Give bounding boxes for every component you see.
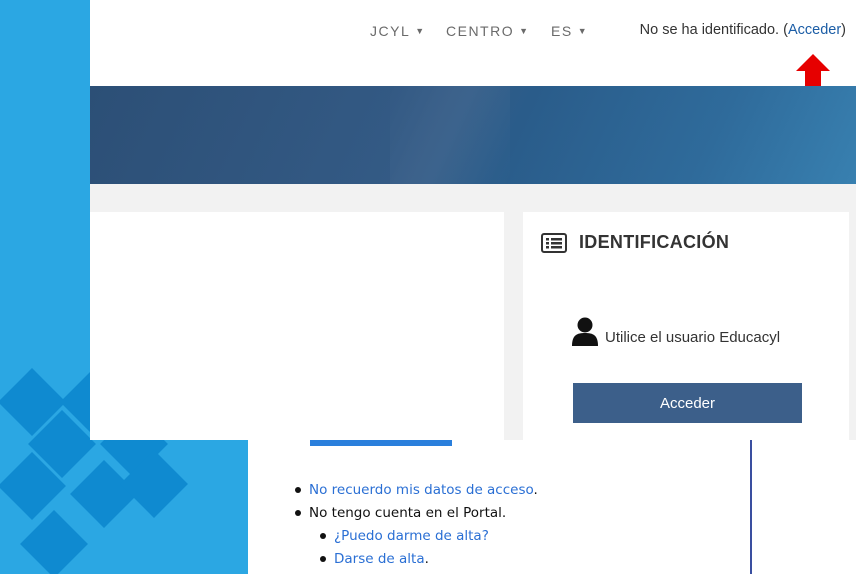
top-navbar: JCYL ▼ CENTRO ▼ ES ▼ No se ha identificado.… [90, 0, 856, 87]
no-account-text: No tengo cuenta en el Portal. [309, 505, 507, 521]
decorative-diamond [20, 510, 88, 574]
menu-centro-label: CENTRO [446, 23, 515, 39]
login-info: No se ha identificado. (Acceder) [640, 22, 846, 38]
login-block: IDENTIFICACIÓN Utilice el usuario Educac… [523, 212, 849, 440]
bullet-icon [320, 533, 326, 539]
lower-page-divider [750, 440, 752, 574]
menu-language-label: ES [551, 23, 573, 39]
register-link[interactable]: Darse de alta [334, 551, 425, 567]
list-card-icon [541, 232, 567, 253]
caret-down-icon: ▼ [519, 26, 530, 36]
menu-jcyl[interactable]: JCYL ▼ [370, 23, 426, 39]
main-content-card [90, 212, 504, 440]
login-block-title: IDENTIFICACIÓN [579, 232, 730, 252]
link-suffix: . [533, 482, 538, 498]
menu-centro[interactable]: CENTRO ▼ [446, 23, 530, 39]
menu-language[interactable]: ES ▼ [551, 23, 588, 39]
user-hint-row: Utilice el usuario Educacyl [571, 316, 780, 346]
bullet-icon [295, 487, 301, 493]
link-suffix: . [424, 551, 429, 567]
red-arrow-up-icon [796, 54, 830, 88]
lower-page-accent-bar [310, 440, 452, 446]
bullet-icon [295, 510, 301, 516]
login-link[interactable]: Acceder [788, 22, 841, 38]
help-links-list: No recuerdo mis datos de acceso. No teng… [295, 480, 538, 572]
caret-down-icon: ▼ [577, 26, 589, 36]
login-status-suffix: ) [841, 22, 846, 38]
menu-jcyl-label: JCYL [370, 23, 411, 39]
header-banner [90, 86, 856, 184]
moodle-page-panel: JCYL ▼ CENTRO ▼ ES ▼ No se ha identificado.… [90, 0, 856, 440]
login-block-header: IDENTIFICACIÓN [541, 232, 729, 253]
bullet-icon [320, 556, 326, 562]
list-item: No recuerdo mis datos de acceso. [295, 480, 538, 503]
login-status-text: No se ha identificado. ( [639, 22, 788, 38]
caret-down-icon: ▼ [415, 26, 426, 36]
can-register-link[interactable]: ¿Puedo darme de alta? [334, 528, 489, 544]
login-button[interactable]: Acceder [573, 383, 802, 423]
user-silhouette-icon [572, 317, 598, 346]
forgot-credentials-link[interactable]: No recuerdo mis datos de acceso [309, 482, 534, 498]
list-item: No tengo cuenta en el Portal. [295, 503, 506, 526]
user-hint-text: Utilice el usuario Educacyl [605, 328, 781, 346]
